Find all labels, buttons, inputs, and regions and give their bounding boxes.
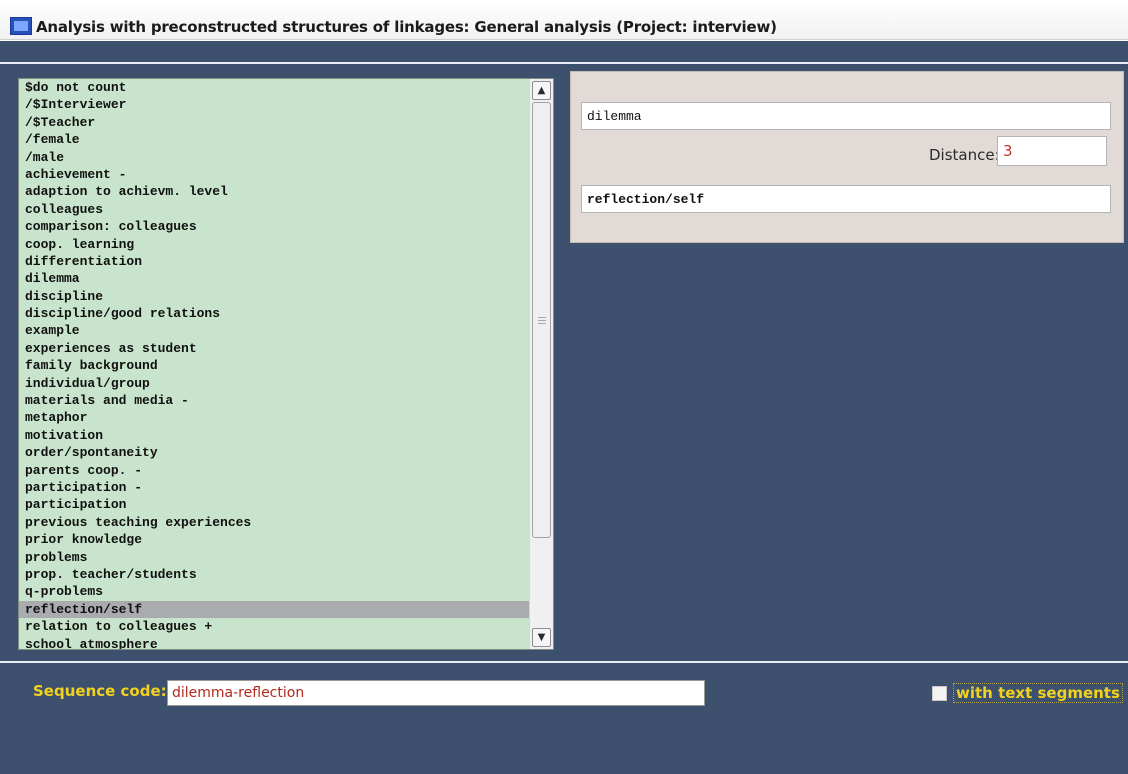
code-list-item[interactable]: q-problems: [19, 583, 529, 600]
distance-label: Distance:: [929, 146, 1000, 164]
title-bar: Analysis with preconstructed structures …: [0, 0, 1128, 40]
code-list-item[interactable]: discipline/good relations: [19, 305, 529, 322]
code-list-item[interactable]: /$Teacher: [19, 114, 529, 131]
code-list-item[interactable]: family background: [19, 357, 529, 374]
chevron-up-icon: ▲: [537, 85, 546, 96]
code-list-item[interactable]: coop. learning: [19, 236, 529, 253]
code-list-item[interactable]: /$Interviewer: [19, 96, 529, 113]
bottom-divider: [0, 661, 1128, 663]
code-list-item[interactable]: previous teaching experiences: [19, 514, 529, 531]
code-list-item[interactable]: school atmosphere: [19, 636, 529, 650]
code-list-item[interactable]: colleagues: [19, 201, 529, 218]
code-list-item[interactable]: differentiation: [19, 253, 529, 270]
code-list-scrollbar[interactable]: ▲ ▼: [529, 79, 553, 649]
sequence-code-label: Sequence code:: [33, 682, 167, 700]
code-list-item[interactable]: reflection/self: [19, 600, 529, 619]
sequence-code-input[interactable]: dilemma-reflection: [167, 680, 705, 706]
code-list-item[interactable]: materials and media -: [19, 392, 529, 409]
code-list-item[interactable]: discipline: [19, 288, 529, 305]
with-text-segments-checkbox[interactable]: [932, 685, 947, 701]
code-list-item[interactable]: participation: [19, 496, 529, 513]
code-list-item[interactable]: motivation: [19, 427, 529, 444]
chevron-down-icon: ▼: [537, 632, 546, 643]
code-list-item[interactable]: prop. teacher/students: [19, 566, 529, 583]
code-list-item[interactable]: dilemma: [19, 270, 529, 287]
code-list-item[interactable]: $do not count: [19, 79, 529, 96]
code-list-item[interactable]: prior knowledge: [19, 531, 529, 548]
scroll-thumb[interactable]: [532, 102, 551, 538]
code-list-item[interactable]: participation -: [19, 479, 529, 496]
window-title: Analysis with preconstructed structures …: [36, 18, 777, 36]
code-list-item[interactable]: adaption to achievm. level: [19, 183, 529, 200]
code-list-item[interactable]: achievement -: [19, 166, 529, 183]
code-list-items: $do not count/$Interviewer/$Teacher/fema…: [19, 79, 529, 649]
distance-field[interactable]: 3: [997, 136, 1107, 166]
with-text-segments-label[interactable]: with text segments: [953, 683, 1123, 703]
scroll-down-button[interactable]: ▼: [532, 628, 551, 647]
code-list-item[interactable]: parents coop. -: [19, 462, 529, 479]
with-text-segments-option[interactable]: with text segments: [932, 683, 1123, 703]
code-list-item[interactable]: problems: [19, 549, 529, 566]
grip-icon: [538, 317, 546, 324]
code-list-item[interactable]: /female: [19, 131, 529, 148]
linkage-panel: dilemma Distance: 3 reflection/self: [570, 71, 1124, 243]
code-list-item[interactable]: /male: [19, 149, 529, 166]
code-list-item[interactable]: experiences as student: [19, 340, 529, 357]
code-list[interactable]: $do not count/$Interviewer/$Teacher/fema…: [18, 78, 554, 650]
code-list-item[interactable]: relation to colleagues +: [19, 618, 529, 635]
code-list-item[interactable]: comparison: colleagues: [19, 218, 529, 235]
second-code-field[interactable]: reflection/self: [581, 185, 1111, 213]
code-list-item[interactable]: example: [19, 322, 529, 339]
top-divider: [0, 62, 1128, 64]
window-body: $do not count/$Interviewer/$Teacher/fema…: [0, 41, 1128, 774]
code-list-item[interactable]: metaphor: [19, 409, 529, 426]
scroll-up-button[interactable]: ▲: [532, 81, 551, 100]
first-code-field[interactable]: dilemma: [581, 102, 1111, 130]
code-list-item[interactable]: individual/group: [19, 375, 529, 392]
app-icon: [10, 17, 32, 35]
code-list-item[interactable]: order/spontaneity: [19, 444, 529, 461]
